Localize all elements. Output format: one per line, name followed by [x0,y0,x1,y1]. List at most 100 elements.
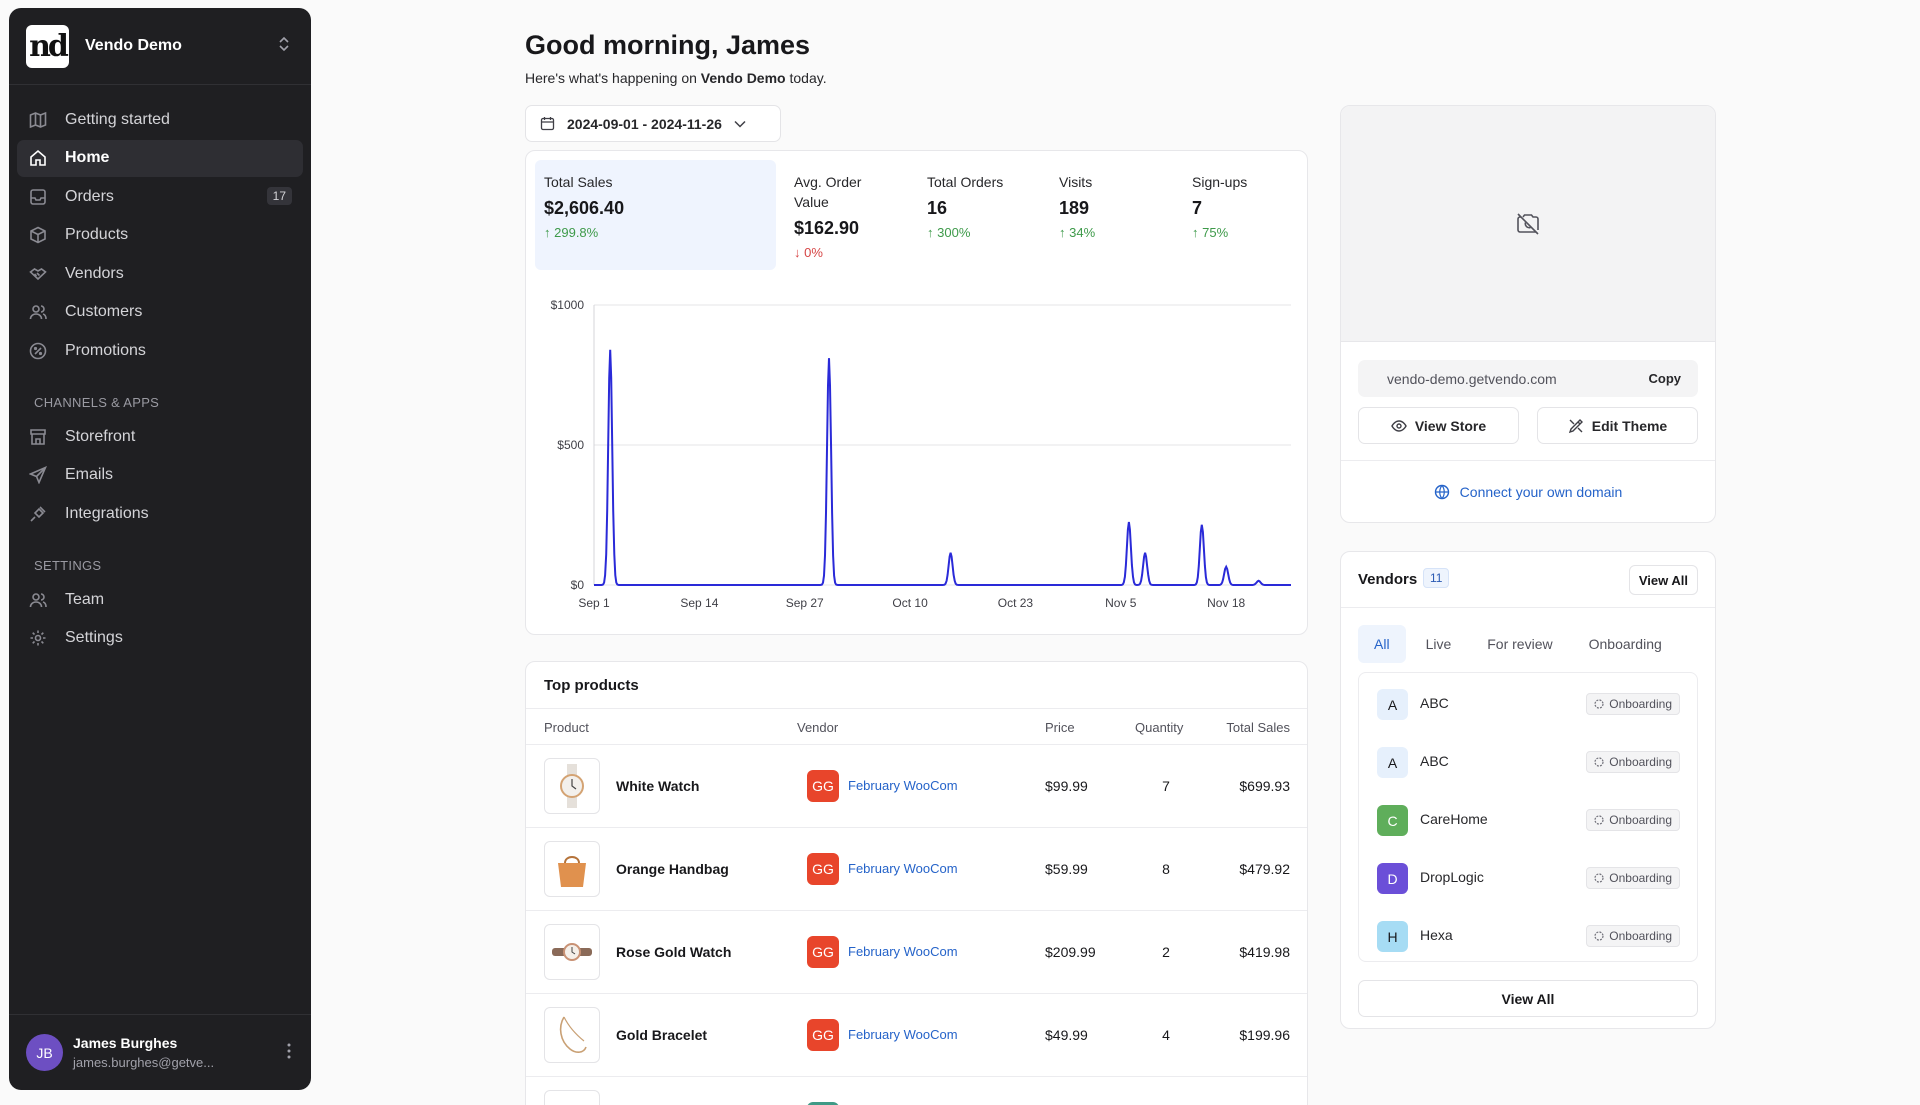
vendor-link[interactable]: February WooCom [848,778,958,793]
product-price: $209.99 [1045,944,1096,960]
edit-theme-button[interactable]: Edit Theme [1537,407,1698,444]
col-total-sales: Total Sales [1226,720,1290,735]
list-item[interactable]: C CareHome Onboarding [1359,789,1697,847]
kpi-visits[interactable]: Visits 189 ↑ 34% [1050,160,1170,270]
nav-label: Promotions [65,341,146,359]
top-products-title: Top products [544,677,639,694]
table-header: Product Vendor Price Quantity Total Sale… [526,708,1307,745]
store-url-field[interactable]: vendo-demo.getvendo.com Copy [1358,360,1698,397]
table-row[interactable]: Orange Handbag GG February WooCom $59.99… [526,828,1307,911]
kpi-delta-value: 0% [804,245,823,260]
kpi-avg-order-value[interactable]: Avg. Order Value $162.90 ↓ 0% [785,160,905,270]
nav-orders[interactable]: Orders 17 [17,178,303,215]
y-tick-label: $1000 [551,298,585,312]
tab-for-review[interactable]: For review [1471,625,1568,663]
product-total: $699.93 [1239,778,1290,794]
tab-onboarding[interactable]: Onboarding [1573,625,1678,663]
edit-theme-label: Edit Theme [1591,417,1668,434]
globe-icon [1434,484,1449,500]
vendors-view-all-bottom-button[interactable]: View All [1358,980,1698,1017]
nav-settings[interactable]: Settings [17,620,303,657]
table-row[interactable]: Rose Gold Watch GG February WooCom $209.… [526,911,1307,994]
list-item[interactable]: H Hexa Onboarding [1359,905,1697,963]
table-row[interactable]: Gold Bracelet GG February WooCom $49.99 … [526,994,1307,1077]
connect-domain-link[interactable]: Connect your own domain [1341,484,1715,500]
percent-badge-icon [29,342,47,360]
list-item[interactable]: A ABC Onboarding [1359,731,1697,789]
nav-getting-started[interactable]: Getting started [17,101,303,138]
subtitle-store: Vendo Demo [700,70,786,86]
nav-customers[interactable]: Customers [17,294,303,331]
nav-vendors[interactable]: Vendors [17,255,303,292]
product-thumbnail [544,1090,600,1105]
tab-live[interactable]: Live [1410,625,1468,663]
vendor-link[interactable]: February WooCom [848,944,958,959]
workspace-switcher[interactable]: nd Vendo Demo [9,8,311,85]
view-store-button[interactable]: View Store [1358,407,1519,444]
kpi-total-orders[interactable]: Total Orders 16 ↑ 300% [918,160,1038,270]
col-quantity: Quantity [1135,720,1184,735]
kpi-value: $2,606.40 [544,198,625,218]
status-label: Onboarding [1609,929,1672,943]
user-email: james.burghes@getve... [73,1055,215,1070]
more-vertical-icon[interactable] [287,1043,291,1059]
nav-emails[interactable]: Emails [17,457,303,494]
copy-button[interactable]: Copy [1649,371,1682,386]
nav-label: Customers [65,303,143,320]
plug-icon [29,505,47,523]
team-icon [29,591,47,609]
table-row[interactable] [526,1077,1307,1105]
vendor-link[interactable]: February WooCom [848,1027,958,1042]
date-range-value: 2024-09-01 - 2024-11-26 [567,115,722,132]
divider [1341,460,1715,461]
watch-image-icon [560,764,584,808]
nav-integrations[interactable]: Integrations [17,495,303,532]
kpi-total-sales[interactable]: Total Sales $2,606.40 ↑ 299.8% [535,160,776,270]
kpi-delta: ↓ 0% [794,245,896,260]
orders-count-badge: 17 [266,187,292,205]
nav-products[interactable]: Products [17,217,303,254]
nav-team[interactable]: Team [17,581,303,618]
calendar-icon [540,117,555,131]
list-item[interactable]: D DropLogic Onboarding [1359,847,1697,905]
x-tick-label: Sep 27 [786,596,824,610]
nav-storefront[interactable]: Storefront [17,418,303,455]
nav-promotions[interactable]: Promotions [17,332,303,369]
date-range-picker[interactable]: 2024-09-01 - 2024-11-26 [525,105,781,142]
kpi-delta-value: 75% [1202,225,1229,240]
tab-all[interactable]: All [1358,625,1406,663]
loader-icon [1594,815,1604,825]
status-badge: Onboarding [1586,809,1680,831]
product-quantity: 8 [1162,861,1170,877]
table-row[interactable]: White Watch GG February WooCom $99.99 7 … [526,745,1307,828]
vendors-card: Vendors 11 View All All Live For review … [1340,551,1716,1029]
gear-icon [29,629,47,647]
connect-domain-label: Connect your own domain [1459,484,1623,500]
view-store-label: View Store [1414,417,1487,434]
workspace-logo: nd [26,24,69,68]
loader-icon [1594,699,1604,709]
product-price: $59.99 [1045,861,1088,877]
status-label: Onboarding [1609,755,1672,769]
product-quantity: 4 [1162,1027,1170,1043]
vendor-link[interactable]: February WooCom [848,861,958,876]
vendors-view-all-button[interactable]: View All [1628,565,1698,595]
status-badge: Onboarding [1586,867,1680,889]
status-badge: Onboarding [1586,693,1680,715]
arrow-up-icon: ↑ [544,225,555,240]
nav-home[interactable]: Home [17,139,303,177]
arrow-up-icon: ↑ [1059,225,1070,240]
nav-label: Storefront [65,427,136,445]
x-tick-label: Sep 1 [578,596,610,610]
main-nav: Getting started Home Orders 17 Products … [9,85,311,657]
vendor-list: A ABC Onboarding A ABC Onboarding C Care… [1358,672,1698,962]
kpi-sign-ups[interactable]: Sign-ups 7 ↑ 75% [1183,160,1303,270]
vendors-title: Vendors [1358,571,1418,588]
col-vendor: Vendor [797,720,839,735]
kpi-label: Visits [1059,174,1093,190]
nav-label: Getting started [65,110,170,128]
arrow-up-icon: ↑ [927,225,938,240]
vendor-avatar: A [1377,689,1408,720]
user-menu[interactable]: JB James Burghes james.burghes@getve... [9,1014,311,1090]
list-item[interactable]: A ABC Onboarding [1359,673,1697,731]
